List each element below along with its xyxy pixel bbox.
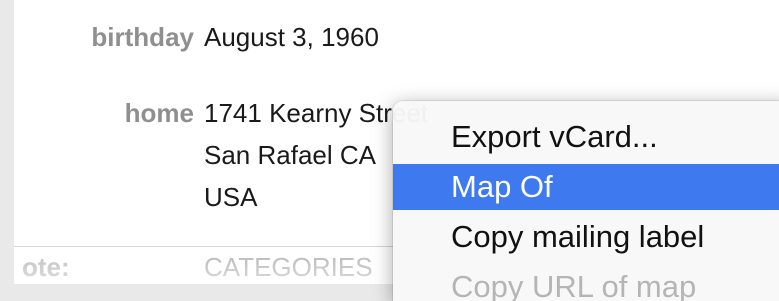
birthday-label: birthday — [91, 22, 194, 52]
menu-item-export-vcard[interactable]: Export vCard... — [393, 114, 779, 160]
menu-item-map-of[interactable]: Map Of — [393, 164, 779, 210]
menu-item-copy-mailing-label[interactable]: Copy mailing label — [393, 214, 779, 260]
home-address-line-3[interactable]: USA — [204, 184, 257, 210]
home-address-line-2[interactable]: San Rafael CA — [204, 142, 376, 168]
home-address-label[interactable]: home — [14, 100, 194, 126]
note-label: ote: — [22, 252, 70, 282]
birthday-value[interactable]: August 3, 1960 — [204, 24, 379, 50]
note-value[interactable]: CATEGORIES — [204, 252, 373, 283]
menu-item-copy-url-of-map[interactable]: Copy URL of map — [393, 264, 779, 301]
address-context-menu: Export vCard... Map Of Copy mailing labe… — [393, 101, 779, 301]
